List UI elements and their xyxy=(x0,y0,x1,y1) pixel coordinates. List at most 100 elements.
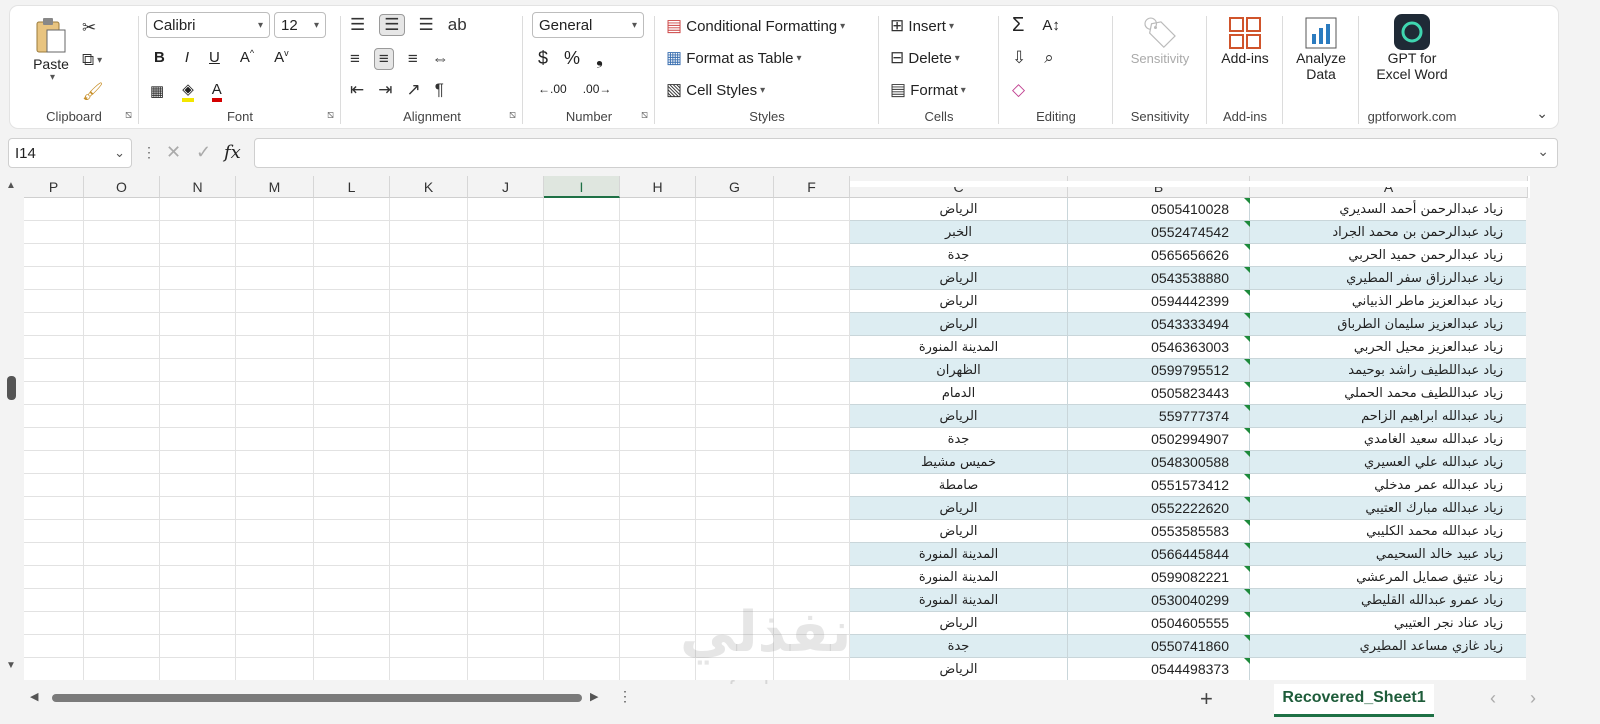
cell-phone[interactable]: 0546363003 xyxy=(1068,336,1250,359)
column-header-a[interactable]: A xyxy=(1250,176,1528,198)
row-header[interactable]: 4336 xyxy=(1526,221,1530,244)
align-bottom-icon[interactable]: ☰ xyxy=(419,15,434,35)
table-row[interactable]: جدة0550741860زياد غازي مساعد المطيري4354 xyxy=(850,635,1530,658)
vertical-scrollbar[interactable]: ▲ ▼ xyxy=(4,176,20,676)
cell-name[interactable]: زياد عبدالله سعيد الغامدي xyxy=(1250,428,1528,451)
scroll-up-icon[interactable]: ▲ xyxy=(6,180,16,191)
table-row[interactable]: الرياض 0505410028 زياد عبدالرحمن أحمد السد… xyxy=(850,198,1530,221)
enter-icon[interactable]: ✓ xyxy=(196,142,211,163)
cell-phone[interactable]: 0504605555 xyxy=(1068,612,1250,635)
cut-button[interactable]: ✂ xyxy=(82,18,96,38)
column-header-i[interactable]: I xyxy=(544,176,620,198)
cell-phone[interactable]: 0552474542 xyxy=(1068,221,1250,244)
cell-city[interactable]: جدة xyxy=(850,428,1068,451)
table-row[interactable]: الرياض 0552222620 زياد عبدالله مبارك العتي… xyxy=(850,497,1530,520)
column-header-g[interactable]: G xyxy=(696,176,774,198)
scroll-right-icon[interactable]: ▶ xyxy=(590,690,598,703)
align-left-icon[interactable]: ≡ xyxy=(350,49,360,69)
row-header[interactable]: 4351 xyxy=(1526,566,1530,589)
cell-phone[interactable]: 0552222620 xyxy=(1068,497,1250,520)
cell-city[interactable]: الرياض xyxy=(850,290,1068,313)
row-header[interactable]: 4348 xyxy=(1526,497,1530,520)
format-painter-button[interactable]: 🖌 xyxy=(82,82,104,102)
align-middle-icon[interactable]: ☰ xyxy=(379,14,405,36)
cell-city[interactable]: المدينة المنورة xyxy=(850,566,1068,589)
cell-phone[interactable]: 559777374 xyxy=(1068,405,1250,428)
cell-name[interactable]: زياد عبدالله محمد الكليبي xyxy=(1250,520,1528,543)
align-right-icon[interactable]: ≡ xyxy=(408,49,418,69)
table-row[interactable]: المدينة المنورة 0566445844 زياد عبيد خالد … xyxy=(850,543,1530,566)
scroll-down-icon[interactable]: ▼ xyxy=(6,660,16,671)
cell-city[interactable]: الظهران xyxy=(850,359,1068,382)
analyze-data-button[interactable]: Analyze Data xyxy=(1288,16,1354,82)
cell-phone[interactable]: 0551573412 xyxy=(1068,474,1250,497)
cell-name[interactable]: زياد عناد نجر العتيبي xyxy=(1250,612,1528,635)
cell-name[interactable]: زياد عبدالله علي العسيري xyxy=(1250,451,1528,474)
table-row[interactable]: الرياض0504605555زياد عناد نجر العتيبي435… xyxy=(850,612,1530,635)
cell-name[interactable]: زياد عبداللطيف محمد الحملي xyxy=(1250,382,1528,405)
indent-increase-icon[interactable]: ⇥ xyxy=(378,80,392,100)
cell-name[interactable]: زياد عبدالله مبارك العتيبي xyxy=(1250,497,1528,520)
font-family-select[interactable]: Calibri ▾ xyxy=(146,12,270,38)
cell-phone[interactable]: 0505410028 xyxy=(1068,198,1250,221)
scroll-thumb[interactable] xyxy=(7,376,16,400)
clear-button[interactable]: ◇ xyxy=(1012,80,1025,100)
number-format-select[interactable]: General ▾ xyxy=(532,12,644,38)
cell-phone[interactable]: 0543538880 xyxy=(1068,267,1250,290)
column-header-n[interactable]: N xyxy=(160,176,236,198)
find-select-icon[interactable]: ⌕ xyxy=(1044,48,1054,68)
more-options-icon[interactable]: ⋮ xyxy=(142,144,156,161)
gpt-button[interactable]: GPT for Excel Word xyxy=(1370,14,1454,82)
dialog-launcher-icon[interactable]: ⧅ xyxy=(327,109,334,122)
cell-name[interactable]: زياد عبيد خالد السحيمي xyxy=(1250,543,1528,566)
cell-phone[interactable]: 0543333494 xyxy=(1068,313,1250,336)
copy-button[interactable]: ⧉ ▾ xyxy=(82,50,102,70)
indent-decrease-icon[interactable]: ⇤ xyxy=(350,80,364,100)
addins-button[interactable]: Add-ins xyxy=(1214,16,1276,66)
row-header[interactable]: 4343 xyxy=(1526,382,1530,405)
cell-city[interactable]: الرياض xyxy=(850,198,1068,221)
cell-name[interactable]: زياد عبدالله عمر مدخلي xyxy=(1250,474,1528,497)
column-header-j[interactable]: J xyxy=(468,176,544,198)
column-header-k[interactable]: K xyxy=(390,176,468,198)
cell-phone[interactable]: 0553585583 xyxy=(1068,520,1250,543)
sheet-tab[interactable]: Recovered_Sheet1 xyxy=(1274,684,1434,717)
cell-name[interactable]: زياد عبدالعزيز سليمان الطرباق xyxy=(1250,313,1528,336)
formula-input[interactable]: ⌄ xyxy=(254,138,1558,168)
grow-font-icon[interactable]: A^ xyxy=(240,48,254,66)
row-header[interactable]: 4342 xyxy=(1526,359,1530,382)
next-sheet-icon[interactable]: › xyxy=(1530,688,1536,709)
row-header[interactable]: 4335 xyxy=(1526,198,1530,221)
function-icon[interactable]: fx xyxy=(224,142,241,163)
cell-styles-button[interactable]: ▧ Cell Styles ▾ xyxy=(666,80,765,100)
prev-sheet-icon[interactable]: ‹ xyxy=(1490,688,1496,709)
format-as-table-button[interactable]: ▦ Format as Table ▾ xyxy=(666,48,802,68)
bold-icon[interactable]: B xyxy=(154,49,165,66)
cell-phone[interactable]: 0502994907 xyxy=(1068,428,1250,451)
cell-city[interactable]: خميس مشيط xyxy=(850,451,1068,474)
column-header-o[interactable]: O xyxy=(84,176,160,198)
cell-city[interactable]: جدة xyxy=(850,635,1068,658)
autosum-icon[interactable]: Σ xyxy=(1012,14,1024,37)
row-header[interactable]: 4350 xyxy=(1526,543,1530,566)
font-color-icon[interactable]: A xyxy=(211,81,222,102)
delete-button[interactable]: ⊟ Delete ▾ xyxy=(890,48,960,68)
column-header-l[interactable]: L xyxy=(314,176,390,198)
table-row[interactable]: جدة0502994907زياد عبدالله سعيد الغامدي43… xyxy=(850,428,1530,451)
cell-city[interactable]: الدمام xyxy=(850,382,1068,405)
dialog-launcher-icon[interactable]: ⧅ xyxy=(641,109,648,122)
sensitivity-button[interactable]: 🏷 Sensitivity xyxy=(1124,16,1196,66)
table-row[interactable]: الظهران 0599795512 زياد عبداللطيف راشد بوح… xyxy=(850,359,1530,382)
cell-name[interactable]: زياد عتيق صمايل المرعشي xyxy=(1250,566,1528,589)
cell-phone[interactable]: 0548300588 xyxy=(1068,451,1250,474)
orientation-icon[interactable]: ↗ xyxy=(407,80,421,100)
more-options-icon[interactable]: ⋮ xyxy=(618,688,632,705)
font-size-select[interactable]: 12 ▾ xyxy=(274,12,326,38)
row-header[interactable]: 4345 xyxy=(1526,428,1530,451)
fill-color-icon[interactable]: ◈ xyxy=(182,80,194,102)
increase-decimal-icon[interactable]: ←.00 xyxy=(538,82,567,96)
cell-name[interactable]: زياد عبدالله ابراهيم الزاحم xyxy=(1250,405,1528,428)
table-row[interactable]: المدينة المنورة 0546363003 زياد عبدالعزيز … xyxy=(850,336,1530,359)
table-row[interactable]: المدينة المنورة 0599082221 زياد عتيق صمايل… xyxy=(850,566,1530,589)
merge-center-icon[interactable]: ⇔ xyxy=(432,49,449,69)
